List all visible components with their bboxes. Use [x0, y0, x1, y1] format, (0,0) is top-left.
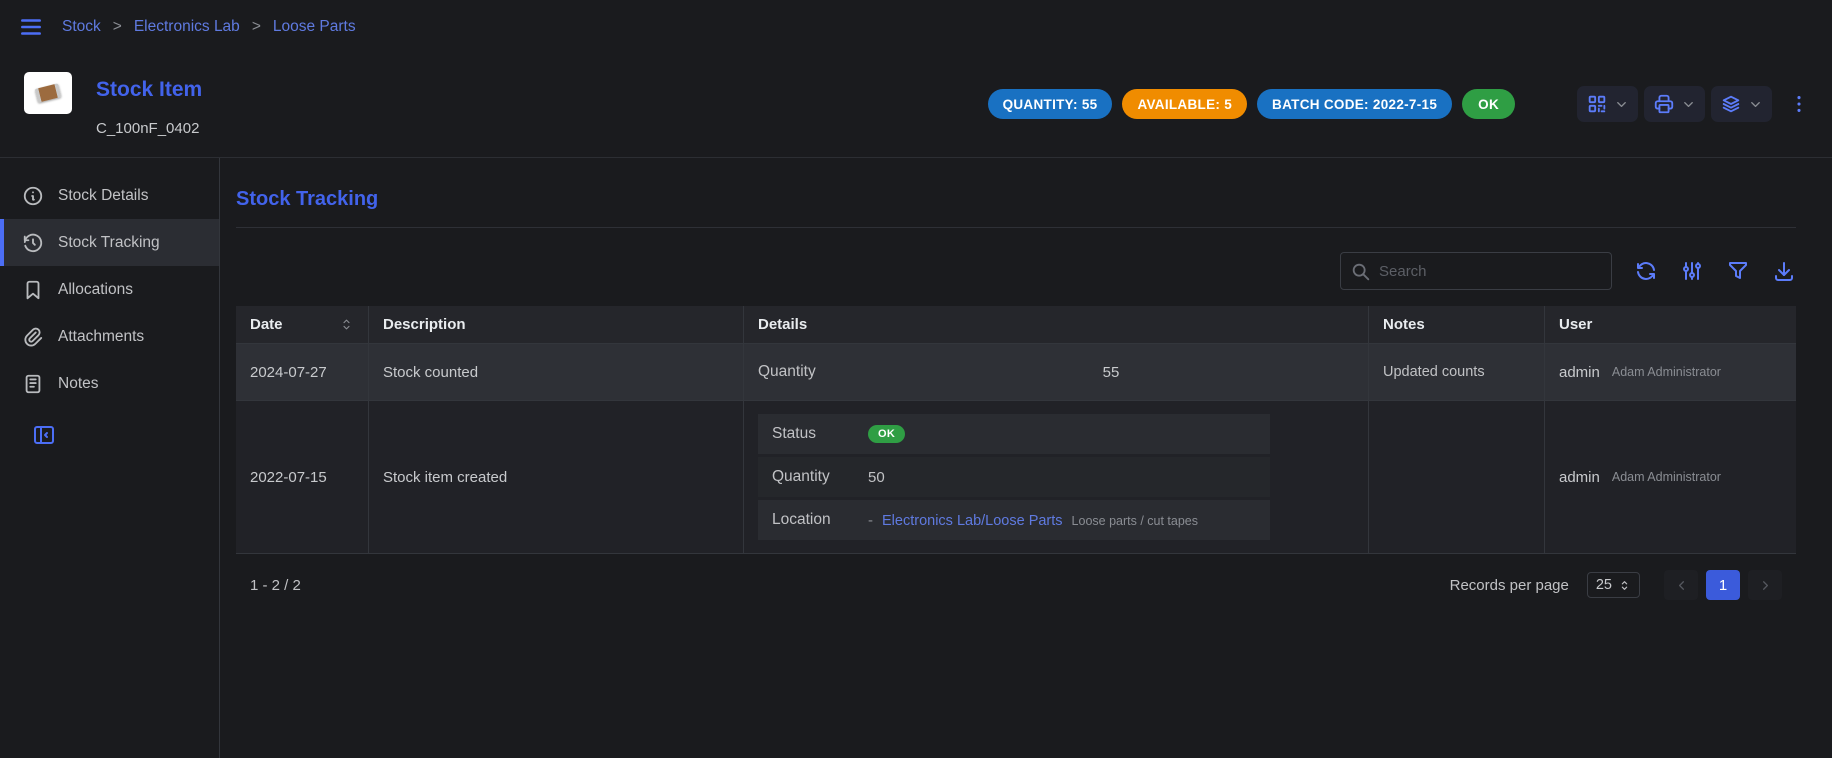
sidebar-item-stock-details[interactable]: Stock Details: [0, 172, 219, 219]
location-link[interactable]: Electronics Lab/Loose Parts: [882, 513, 1063, 529]
breadcrumb-stock[interactable]: Stock: [62, 18, 101, 36]
chevron-down-icon: [1614, 97, 1629, 112]
sidebar-item-allocations[interactable]: Allocations: [0, 266, 219, 313]
refresh-icon[interactable]: [1634, 259, 1658, 283]
stock-item-thumbnail[interactable]: [24, 72, 72, 114]
detail-label: Status: [772, 425, 868, 443]
sidebar-item-attachments[interactable]: Attachments: [0, 313, 219, 360]
detail-value: 50: [868, 469, 885, 486]
column-header-date[interactable]: Date: [236, 306, 369, 343]
stock-stack-icon: [1720, 93, 1742, 115]
detail-label: Quantity: [758, 363, 868, 381]
status-ok-badge: OK: [1462, 89, 1515, 119]
table-footer: 1 - 2 / 2 Records per page 25 1: [236, 554, 1796, 616]
sidebar-collapse-icon[interactable]: [32, 423, 219, 447]
sidebar-item-label: Notes: [58, 375, 99, 393]
sidebar-item-label: Allocations: [58, 281, 133, 299]
page-size-select[interactable]: 25: [1587, 572, 1640, 598]
print-actions-button[interactable]: [1644, 86, 1705, 122]
search-icon: [1350, 261, 1372, 283]
details-subtable: Status OK Quantity 50 Location - Electro…: [758, 401, 1270, 553]
sidebar: Stock Details Stock Tracking Allocations…: [0, 158, 220, 758]
previous-page-button[interactable]: [1664, 570, 1698, 600]
more-options-icon[interactable]: [1788, 93, 1810, 115]
printer-icon: [1653, 93, 1675, 115]
detail-location-row: Location - Electronics Lab/Loose Parts L…: [758, 500, 1270, 540]
sidebar-item-label: Attachments: [58, 328, 144, 346]
page-title: Stock Item: [96, 78, 202, 102]
details-entry: Quantity 55: [758, 363, 1354, 381]
column-header-description: Description: [369, 306, 744, 343]
next-page-button[interactable]: [1748, 570, 1782, 600]
ok-status-badge: OK: [868, 425, 905, 443]
component-image: [35, 83, 62, 102]
column-header-user: User: [1545, 306, 1796, 343]
column-header-details: Details: [744, 306, 1369, 343]
location-dash: -: [868, 512, 873, 529]
user-name: admin: [1559, 469, 1600, 486]
stock-tracking-table: Date Description Details Notes User 2024…: [236, 306, 1796, 554]
history-icon: [22, 232, 44, 254]
quantity-badge: QUANTITY: 55: [988, 89, 1113, 119]
sort-icon[interactable]: [339, 317, 354, 332]
user-full-name: Adam Administrator: [1612, 365, 1721, 379]
table-row: 2022-07-15 Stock item created Status OK …: [236, 401, 1796, 554]
page-size-value: 25: [1596, 577, 1612, 593]
detail-status-row: Status OK: [758, 414, 1270, 454]
records-per-page-label: Records per page: [1450, 577, 1569, 594]
row-description: Stock counted: [383, 364, 478, 381]
record-range: 1 - 2 / 2: [250, 577, 301, 594]
breadcrumb-loose-parts[interactable]: Loose Parts: [273, 18, 356, 36]
chevron-down-icon: [1681, 97, 1696, 112]
search-input[interactable]: [1340, 252, 1612, 290]
divider: [236, 227, 1796, 228]
page-1-button[interactable]: 1: [1706, 570, 1740, 600]
page-header: Stock Item C_100nF_0402 QUANTITY: 55 AVA…: [0, 54, 1832, 158]
row-date: 2022-07-15: [250, 469, 327, 486]
barcode-actions-button[interactable]: [1577, 86, 1638, 122]
sidebar-item-label: Stock Details: [58, 187, 148, 205]
pagination: 1: [1664, 570, 1782, 600]
breadcrumb: Stock > Electronics Lab > Loose Parts: [62, 18, 356, 36]
main-panel: Stock Tracking: [220, 158, 1832, 758]
user-name: admin: [1559, 364, 1600, 381]
sidebar-item-label: Stock Tracking: [58, 234, 160, 252]
sidebar-item-stock-tracking[interactable]: Stock Tracking: [0, 219, 219, 266]
table-header-row: Date Description Details Notes User: [236, 306, 1796, 344]
breadcrumb-separator: >: [252, 18, 261, 36]
table-toolbar: [236, 252, 1796, 290]
bookmark-icon: [22, 279, 44, 301]
table-row: 2024-07-27 Stock counted Quantity 55 Upd…: [236, 344, 1796, 401]
chevron-down-icon: [1748, 97, 1763, 112]
paperclip-icon: [22, 326, 44, 348]
info-circle-icon: [22, 185, 44, 207]
row-notes: Updated counts: [1383, 364, 1485, 380]
available-badge: AVAILABLE: 5: [1122, 89, 1247, 119]
notes-icon: [22, 373, 44, 395]
column-settings-icon[interactable]: [1680, 259, 1704, 283]
qrcode-icon: [1586, 93, 1608, 115]
header-actions: [1577, 86, 1810, 122]
detail-label: Location: [772, 511, 868, 529]
column-header-notes: Notes: [1369, 306, 1545, 343]
breadcrumb-electronics-lab[interactable]: Electronics Lab: [134, 18, 240, 36]
hamburger-menu-icon[interactable]: [18, 14, 44, 40]
detail-label: Quantity: [772, 468, 868, 486]
download-icon[interactable]: [1772, 259, 1796, 283]
section-title: Stock Tracking: [236, 188, 1796, 211]
row-date: 2024-07-27: [250, 364, 327, 381]
detail-value: 55: [868, 364, 1354, 381]
user-full-name: Adam Administrator: [1612, 470, 1721, 484]
part-name: C_100nF_0402: [96, 120, 202, 137]
filter-icon[interactable]: [1726, 259, 1750, 283]
stock-actions-button[interactable]: [1711, 86, 1772, 122]
select-arrows-icon: [1618, 579, 1631, 592]
top-bar: Stock > Electronics Lab > Loose Parts: [0, 0, 1832, 54]
breadcrumb-separator: >: [113, 18, 122, 36]
row-description: Stock item created: [383, 469, 507, 486]
location-description: Loose parts / cut tapes: [1072, 514, 1198, 528]
batch-code-badge: BATCH CODE: 2022-7-15: [1257, 89, 1452, 119]
detail-quantity-row: Quantity 50: [758, 457, 1270, 497]
sidebar-item-notes[interactable]: Notes: [0, 360, 219, 407]
